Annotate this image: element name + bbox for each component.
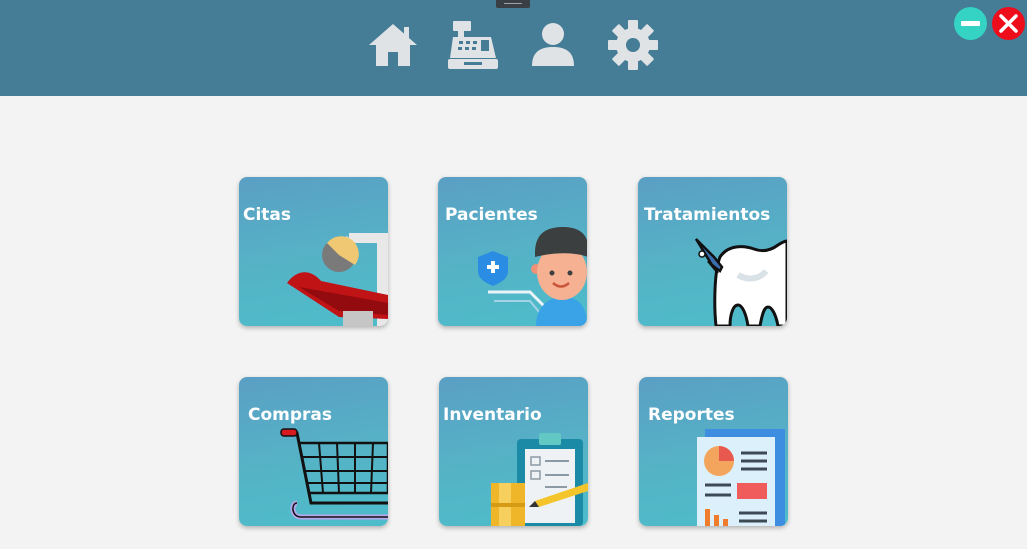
minimize-button[interactable]	[954, 7, 987, 40]
tile-label-pacientes: Pacientes	[445, 205, 538, 225]
tile-pacientes[interactable]: Pacientes	[438, 177, 587, 326]
close-icon	[999, 14, 1018, 33]
gear-icon[interactable]	[606, 18, 660, 72]
minimize-icon	[961, 21, 980, 26]
tile-compras[interactable]: Compras	[239, 377, 388, 526]
shopping-cart-icon	[280, 428, 388, 520]
tile-label-citas: Citas	[243, 205, 292, 225]
patient-icon	[478, 227, 587, 326]
report-icon	[697, 429, 785, 526]
tile-label-inventario: Inventario	[443, 405, 542, 425]
clipboard-inventory-icon	[491, 433, 588, 526]
tile-tratamientos[interactable]: Tratamientos	[638, 177, 787, 326]
window-drag-handle[interactable]	[496, 0, 530, 8]
tile-label-compras: Compras	[248, 405, 333, 425]
tooth-icon	[694, 238, 787, 326]
close-button[interactable]	[992, 7, 1025, 40]
tile-citas[interactable]: Citas	[239, 177, 388, 326]
tile-label-reportes: Reportes	[648, 405, 735, 425]
tile-label-tratamientos: Tratamientos	[644, 205, 771, 225]
tile-inventario[interactable]: Inventario	[439, 377, 588, 526]
home-icon[interactable]	[366, 18, 420, 72]
tile-reportes[interactable]: Reportes	[639, 377, 788, 526]
dental-chair-icon	[287, 233, 388, 326]
top-navigation-bar	[0, 0, 1027, 96]
user-icon[interactable]	[526, 18, 580, 72]
cash-register-icon[interactable]	[446, 18, 500, 72]
